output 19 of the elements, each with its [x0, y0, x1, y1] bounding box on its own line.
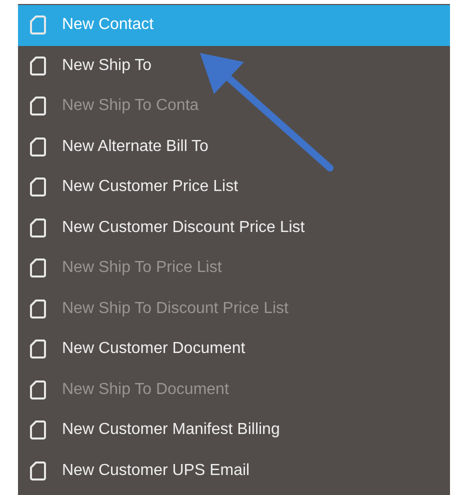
menu-item[interactable]: New Customer Manifest Billing — [18, 410, 450, 450]
document-icon — [30, 15, 46, 36]
menu-item[interactable]: New Customer UPS Email — [18, 450, 450, 491]
menu-item[interactable]: New Alternate Bill To — [18, 126, 450, 167]
menu-item[interactable]: New Ship To — [18, 46, 450, 86]
document-icon — [30, 380, 46, 400]
document-icon — [30, 136, 46, 157]
document-icon — [30, 218, 46, 238]
document-icon — [30, 298, 46, 319]
menu-item[interactable]: New Customer Document — [18, 329, 450, 370]
menu-item[interactable]: New Customer Discount Price List — [18, 208, 450, 248]
document-icon — [30, 420, 46, 440]
document-icon — [30, 258, 46, 278]
menu-item[interactable]: New Customer Price List — [18, 167, 450, 208]
document-icon — [30, 339, 46, 360]
document-icon — [30, 460, 46, 481]
document-icon — [30, 96, 46, 116]
document-icon — [30, 56, 46, 76]
document-icon — [30, 177, 46, 198]
